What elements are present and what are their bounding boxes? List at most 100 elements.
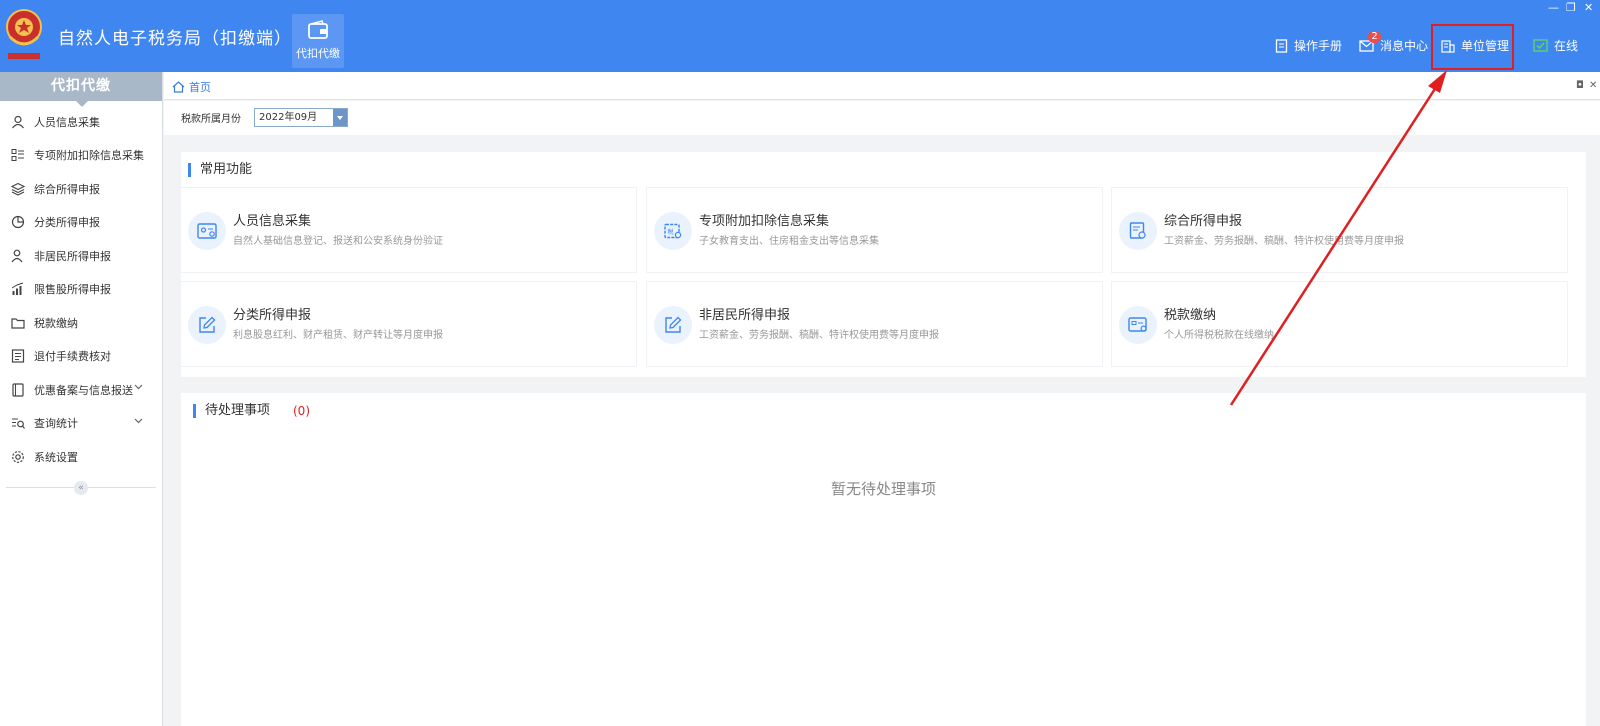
- message-count-badge: 2: [1368, 30, 1381, 43]
- message-center-label: 消息中心: [1380, 39, 1429, 53]
- edit-icon: [188, 306, 226, 344]
- card-title: 专项附加扣除信息采集: [699, 214, 830, 229]
- sidebar-item-classified-income[interactable]: 分类所得申报: [0, 206, 162, 240]
- card-nonresident-income[interactable]: 非居民所得申报 工资薪金、劳务报酬、稿酬、特许权使用费等月度申报: [646, 281, 1103, 367]
- online-status[interactable]: 在线: [1533, 37, 1578, 54]
- person-icon: [12, 115, 24, 129]
- common-functions-title: 常用功能: [188, 163, 252, 177]
- sidebar-item-label: 系统设置: [34, 450, 78, 464]
- card-classified-income[interactable]: 分类所得申报 利息股息红利、财产租赁、财产转让等月度申报: [180, 281, 637, 367]
- sidebar-item-nonresident-income[interactable]: 非居民所得申报: [0, 239, 162, 273]
- sidebar-item-system-settings[interactable]: 系统设置: [0, 440, 162, 474]
- tax-calendar-icon: 税: [654, 212, 692, 250]
- list-icon: [11, 149, 24, 162]
- card-title: 人员信息采集: [233, 214, 312, 229]
- app-title: 自然人电子税务局（扣缴端）: [58, 29, 292, 49]
- report-icon: [1119, 212, 1157, 250]
- common-functions-panel: 常用功能 人员信息采集 自然人基础信息登记、报送和公安系统身份验证 税 专项附加…: [180, 152, 1586, 377]
- document-icon: [1275, 38, 1288, 53]
- sidebar-item-label: 查询统计: [34, 417, 78, 431]
- tax-emblem-logo: [6, 9, 42, 59]
- tax-month-select[interactable]: 2022年09月: [254, 108, 348, 127]
- chevron-down-icon[interactable]: [134, 418, 143, 424]
- search-list-icon: [12, 418, 25, 430]
- title-bar: 自然人电子税务局（扣缴端） 代扣代缴 操作手册 2 消息中心 单位管理 在线 —…: [0, 0, 1600, 72]
- sidebar-menu: 人员信息采集 专项附加扣除信息采集 综合所得申报 分类所得申报 非居民所得申报 …: [0, 105, 162, 474]
- sidebar-item-comprehensive-income[interactable]: 综合所得申报: [0, 172, 162, 206]
- payment-card-icon: [1119, 306, 1157, 344]
- message-center-link[interactable]: 2 消息中心: [1359, 30, 1429, 54]
- tab-bar: 首页 ◘ ✕: [164, 72, 1600, 100]
- online-check-icon: [1533, 39, 1548, 52]
- module-tab-withholding[interactable]: 代扣代缴: [292, 14, 344, 68]
- sidebar-item-restricted-stock[interactable]: 限售股所得申报: [0, 273, 162, 307]
- card-tax-payment[interactable]: 税款缴纳 个人所得税税款在线缴纳: [1111, 281, 1568, 367]
- pending-items-count: (0): [293, 404, 310, 418]
- card-title: 分类所得申报: [233, 308, 312, 323]
- card-special-deduction[interactable]: 税 专项附加扣除信息采集 子女教育支出、住房租金支出等信息采集: [646, 187, 1103, 273]
- sidebar-item-label: 分类所得申报: [34, 216, 100, 230]
- sidebar-item-label: 综合所得申报: [34, 182, 100, 196]
- svg-text:税: 税: [668, 228, 674, 236]
- card-description: 利息股息红利、财产租赁、财产转让等月度申报: [233, 330, 443, 341]
- gear-icon: [12, 450, 24, 463]
- home-icon: [172, 81, 185, 93]
- bar-chart-icon: [11, 282, 24, 296]
- tax-month-value: 2022年09月: [259, 112, 318, 123]
- sidebar-item-tax-payment[interactable]: 税款缴纳: [0, 306, 162, 340]
- close-button[interactable]: ✕: [1584, 2, 1593, 14]
- pending-items-panel: 待处理事项 (0) 暂无待处理事项: [181, 393, 1586, 726]
- tab-close-button[interactable]: ✕: [1589, 80, 1597, 91]
- card-title: 综合所得申报: [1164, 214, 1243, 229]
- sidebar-item-label: 优惠备案与信息报送: [34, 383, 133, 397]
- minimize-button[interactable]: —: [1548, 2, 1559, 14]
- chevron-down-icon[interactable]: [134, 384, 143, 390]
- sidebar-item-label: 专项附加扣除信息采集: [34, 149, 144, 163]
- sidebar-item-personnel-info[interactable]: 人员信息采集: [0, 105, 162, 139]
- sidebar-item-special-deduction[interactable]: 专项附加扣除信息采集: [0, 139, 162, 173]
- layers-icon: [11, 182, 25, 196]
- manual-label: 操作手册: [1294, 39, 1343, 53]
- edit-icon: [654, 306, 692, 344]
- annotation-highlight-box: [1431, 24, 1514, 70]
- sidebar-item-label: 非居民所得申报: [34, 249, 111, 263]
- card-description: 自然人基础信息登记、报送和公安系统身份验证: [233, 236, 443, 247]
- sidebar-item-query-stats[interactable]: 查询统计: [0, 407, 162, 441]
- sidebar: 代扣代缴 人员信息采集 专项附加扣除信息采集 综合所得申报 分类所得申报 非居民…: [0, 72, 163, 726]
- tax-month-label: 税款所属月份: [181, 114, 241, 125]
- sidebar-title: 代扣代缴: [0, 72, 162, 107]
- online-label: 在线: [1554, 39, 1579, 53]
- manual-link[interactable]: 操作手册: [1275, 37, 1342, 54]
- document-icon: [11, 349, 25, 363]
- sidebar-item-label: 限售股所得申报: [34, 283, 111, 297]
- pie-icon: [11, 216, 25, 229]
- card-title: 税款缴纳: [1164, 308, 1217, 323]
- pending-items-title: 待处理事项: [193, 404, 270, 418]
- card-description: 工资薪金、劳务报酬、稿酬、特许权使用费等月度申报: [1164, 236, 1404, 247]
- card-personnel-info[interactable]: 人员信息采集 自然人基础信息登记、报送和公安系统身份验证: [180, 187, 637, 273]
- book-icon: [12, 383, 24, 397]
- sidebar-item-label: 税款缴纳: [34, 316, 78, 330]
- filter-bar: 税款所属月份 2022年09月: [164, 101, 1600, 135]
- card-comprehensive-income[interactable]: 综合所得申报 工资薪金、劳务报酬、稿酬、特许权使用费等月度申报: [1111, 187, 1568, 273]
- restore-button[interactable]: ❐: [1566, 2, 1576, 14]
- module-tab-label: 代扣代缴: [296, 47, 340, 60]
- wallet-icon: [308, 20, 328, 39]
- sidebar-item-preferential-filing[interactable]: 优惠备案与信息报送: [0, 373, 162, 407]
- tab-home[interactable]: 首页: [172, 79, 211, 95]
- empty-state-message: 暂无待处理事项: [830, 480, 936, 498]
- person-outline-icon: [11, 249, 23, 263]
- dropdown-arrow-icon[interactable]: [333, 109, 347, 126]
- sidebar-item-label: 退付手续费核对: [34, 350, 111, 364]
- sidebar-collapse-button[interactable]: «: [74, 481, 88, 495]
- tab-home-label: 首页: [189, 81, 211, 94]
- card-description: 子女教育支出、住房租金支出等信息采集: [699, 236, 879, 247]
- id-card-icon: [188, 212, 226, 250]
- folder-icon: [11, 318, 25, 329]
- tab-maximize-button[interactable]: ◘: [1576, 80, 1584, 91]
- card-description: 个人所得税税款在线缴纳: [1164, 330, 1274, 341]
- sidebar-item-refund-fee-check[interactable]: 退付手续费核对: [0, 340, 162, 374]
- sidebar-item-label: 人员信息采集: [34, 115, 100, 129]
- card-title: 非居民所得申报: [699, 308, 791, 323]
- card-description: 工资薪金、劳务报酬、稿酬、特许权使用费等月度申报: [699, 330, 939, 341]
